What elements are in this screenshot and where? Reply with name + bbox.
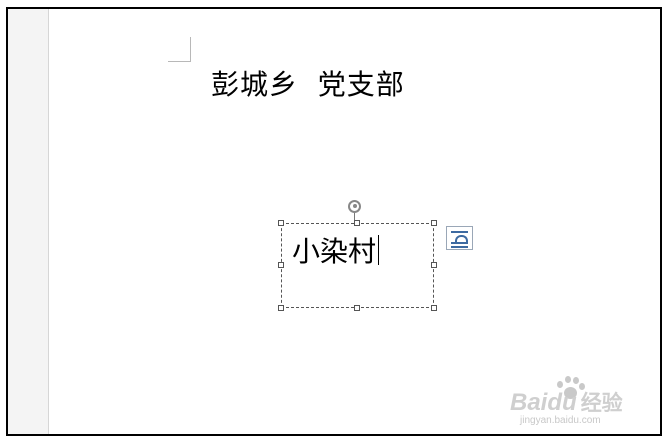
baidu-watermark: Baidu 经验 jingyan.baidu.com	[510, 375, 635, 426]
resize-handle-bottom-right[interactable]	[431, 305, 437, 311]
text-box-text: 小染村	[292, 235, 377, 268]
left-margin-strip	[8, 9, 49, 434]
watermark-brand: Baidu 经验	[510, 389, 623, 416]
resize-handle-middle-left[interactable]	[278, 262, 284, 268]
text-cursor	[378, 235, 380, 265]
document-heading[interactable]: 彭城乡 党支部	[211, 63, 405, 103]
layout-options-icon[interactable]	[446, 226, 473, 250]
rotate-handle-icon[interactable]	[348, 200, 361, 213]
selected-text-box[interactable]: 小染村	[281, 223, 434, 308]
resize-handle-middle-right[interactable]	[431, 262, 437, 268]
text-box-content[interactable]: 小染村	[292, 230, 380, 270]
resize-handle-top-left[interactable]	[278, 220, 284, 226]
document-window: 彭城乡 党支部 小染村	[6, 7, 662, 436]
watermark-url: jingyan.baidu.com	[520, 415, 601, 426]
resize-handle-bottom-middle[interactable]	[354, 305, 360, 311]
resize-handle-top-middle[interactable]	[354, 220, 360, 226]
resize-handle-bottom-left[interactable]	[278, 305, 284, 311]
document-page[interactable]: 彭城乡 党支部 小染村	[49, 9, 660, 434]
page-margin-corner-mark	[168, 37, 208, 62]
resize-handle-top-right[interactable]	[431, 220, 437, 226]
